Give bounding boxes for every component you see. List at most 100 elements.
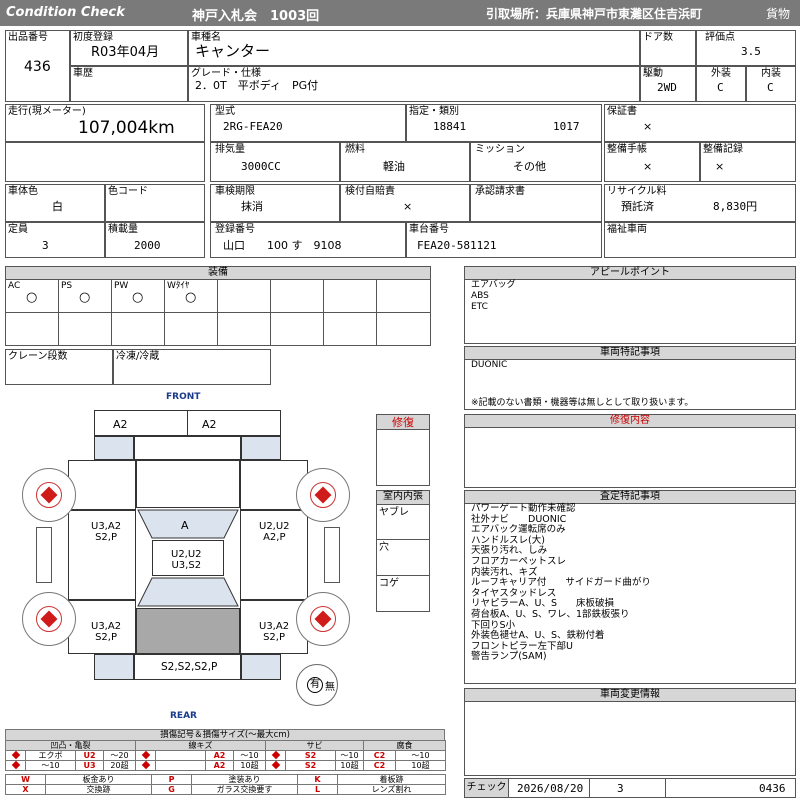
equipment-ps-label: PS — [61, 281, 73, 291]
mileage-box: 走行(現メーター) 107,004km — [5, 104, 205, 142]
recycle-label: リサイクル料 — [607, 186, 667, 197]
vehicle-category: 貨物 — [766, 7, 791, 21]
freezer-box: 冷凍/冷蔵 — [113, 349, 271, 385]
approval-label: 承認請求書 — [475, 186, 525, 197]
legend-code-k-desc: 着板跡 — [337, 774, 446, 785]
left-rear-mark: U3,A2 S2,P — [91, 621, 122, 643]
legend-code-x: X — [5, 784, 46, 795]
inspection-box: 車検期限 抹消 — [210, 184, 340, 222]
model: 2RG-FEA20 — [223, 120, 283, 133]
check-label: チェック — [465, 779, 509, 797]
interior-label: 内装 — [761, 68, 781, 79]
legend-code-g: G — [151, 784, 192, 795]
displacement-label: 排気量 — [215, 144, 245, 155]
maintenance: × — [643, 160, 653, 173]
doors-box: ドア数 — [640, 30, 696, 66]
legend-size: 〜20 — [103, 750, 136, 761]
legend-size: 〜10 — [395, 750, 447, 761]
front-left-panel: A2 — [94, 410, 188, 436]
equipment-ac-label: AC — [8, 281, 21, 291]
equipment-empty — [270, 279, 324, 313]
fuel: 軽油 — [383, 160, 405, 173]
history-label: 車歴 — [73, 68, 93, 79]
equipment-tire: Wﾀｲﾔ ○ — [164, 279, 218, 313]
interior-grade: C — [767, 81, 774, 94]
check-id: 0436 — [759, 782, 786, 795]
taillight-right — [241, 654, 281, 680]
hood-top — [136, 460, 240, 508]
change-info-panel: 車両変更情報 — [464, 688, 796, 776]
equipment-empty — [217, 312, 271, 346]
equipment-empty — [217, 279, 271, 313]
legend-diamond-icon — [135, 750, 156, 761]
self-check-label: 検付自賠責 — [345, 186, 395, 197]
legend-code: C2 — [363, 760, 397, 771]
special-panel: 車両特記事項 DUONIC ※記載のない書類・機器等は無しとして取り扱います。 — [464, 346, 796, 410]
front-label: FRONT — [166, 392, 201, 402]
special-text: DUONIC — [471, 360, 508, 370]
load-capacity: 2000 — [134, 239, 161, 252]
change-info-title: 車両変更情報 — [465, 689, 795, 702]
first-reg-box: 初度登録 R03年04月 — [70, 30, 188, 66]
repair-content-title: 修復内容 — [465, 415, 795, 428]
record-label: 整備記録 — [703, 144, 743, 155]
vehicle-name: キャンター — [195, 42, 271, 60]
capacity-label: 定員 — [8, 224, 28, 235]
drive: 2WD — [657, 81, 677, 94]
equipment-empty — [376, 279, 431, 313]
legend-code-p-desc: 塗装あり — [191, 774, 298, 785]
recycle-status: 預託済 — [621, 200, 654, 213]
rear-mark: S2,S2,S2,P — [161, 661, 218, 673]
approval-box: 承認請求書 — [470, 184, 602, 222]
auction-name: 神戸入札会 1003回 — [192, 9, 320, 24]
equipment-tire-mark: ○ — [185, 290, 197, 305]
right-door-mark: U2,U2 A2,P — [259, 521, 290, 543]
exterior-box: 外装 C — [696, 66, 746, 102]
lot-number: 436 — [24, 59, 51, 75]
appeal-title: アピールポイント — [465, 267, 795, 280]
recycle-box: リサイクル料 預託済 8,830円 — [604, 184, 796, 222]
welfare-label: 福祉車両 — [607, 224, 647, 235]
legend-size: 〜10 — [233, 750, 266, 761]
mileage-label: 走行(現メーター) — [8, 106, 86, 117]
spare-yes: 有 — [307, 677, 323, 693]
color-box: 車体色 白 — [5, 184, 105, 222]
legend-code: C2 — [363, 750, 397, 761]
designation-box: 指定・類別 18841 1017 — [406, 104, 602, 142]
headlight-right — [241, 436, 281, 460]
equipment-ac: AC ○ — [5, 279, 59, 313]
legend-size: 10超 — [233, 760, 266, 771]
legend-code-k: K — [297, 774, 338, 785]
check-footer: チェック 2026/08/20 3 0436 — [464, 778, 796, 798]
legend-dent: 凹凸・亀裂 — [5, 740, 136, 751]
wheel-rear-right-icon — [296, 592, 350, 646]
legend-diamond-icon — [135, 760, 156, 771]
legend-code-l-desc: レンズ割れ — [337, 784, 446, 795]
equipment-empty — [5, 312, 59, 346]
check-number: 3 — [617, 782, 624, 795]
equipment-ps: PS ○ — [58, 279, 112, 313]
legend-code: A2 — [205, 750, 234, 761]
legend-code-w: W — [5, 774, 46, 785]
drive-box: 駆動 2WD — [640, 66, 696, 102]
capacity: 3 — [42, 239, 49, 252]
legend-rust: サビ — [264, 740, 365, 751]
inspection: 抹消 — [241, 200, 263, 213]
warranty-box: 保証書 × — [604, 104, 796, 142]
legend-dent-b: 〜10 — [25, 760, 76, 771]
interior-condition-title: 室内内張 — [377, 491, 429, 505]
fuel-label: 燃料 — [345, 144, 365, 155]
legend-diamond-icon — [5, 750, 26, 761]
legend-code-p: P — [151, 774, 192, 785]
pickup-location: 引取場所：兵庫県神戸市東灘区住吉浜町 — [486, 7, 703, 21]
recycle-fee: 8,830円 — [713, 200, 758, 213]
grade-label: グレード・仕様 — [191, 68, 261, 79]
header-bar: Condition Check 神戸入札会 1003回 引取場所：兵庫県神戸市東… — [0, 0, 800, 26]
car-diagram: A2 A2 U3,A2 S2,P U2,U2 A2,P A U2,U2 U3,S… — [68, 410, 308, 680]
plate-label: 登録番号 — [215, 224, 255, 235]
self-check: × — [403, 200, 413, 213]
equipment-empty — [270, 312, 324, 346]
exterior-grade: C — [717, 81, 724, 94]
wheel-rear-left-icon — [22, 592, 76, 646]
welfare-box: 福祉車両 — [604, 222, 796, 258]
